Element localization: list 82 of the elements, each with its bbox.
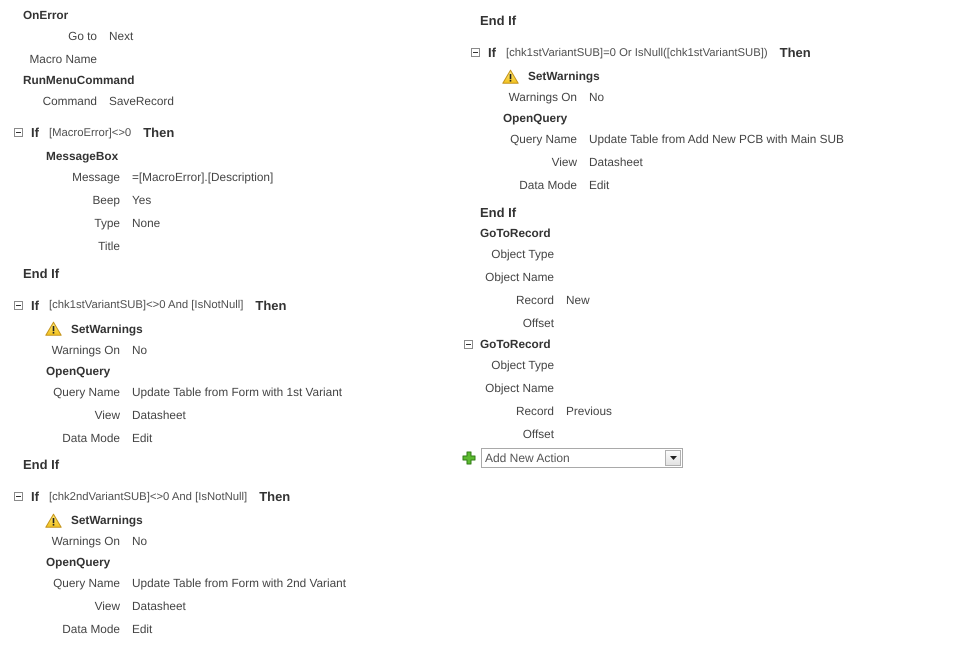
action-name: OnError — [23, 8, 68, 22]
argument-label: Warnings On — [52, 534, 120, 548]
argument-value: Yes — [132, 193, 152, 207]
argument-label: Message — [72, 170, 120, 184]
argument-value: No — [132, 342, 148, 356]
argument-label: Data Mode — [62, 430, 120, 444]
plus-icon[interactable] — [462, 451, 476, 465]
end-if-keyword: End If — [480, 13, 516, 28]
collapse-icon[interactable] — [14, 492, 23, 501]
action-name: SetWarnings — [71, 322, 143, 336]
argument-value: Update Table from Add New PCB with Main SUB — [589, 132, 844, 146]
argument-label: Offset — [522, 427, 554, 441]
argument-label: Warnings On — [52, 342, 120, 356]
action-name: OpenQuery — [46, 364, 110, 378]
argument-value: =[MacroError].[Description] — [132, 170, 274, 184]
argument-value: Datasheet — [132, 408, 186, 422]
argument-label: Object Name — [485, 381, 554, 395]
action-name: SetWarnings — [528, 69, 600, 83]
argument-value: Previous — [566, 404, 612, 418]
argument-label: Record — [516, 404, 554, 418]
if-keyword: If — [31, 489, 39, 504]
argument-label: Offset — [522, 316, 554, 330]
add-action-combo[interactable]: Add New Action — [481, 448, 683, 468]
then-keyword: Then — [143, 125, 174, 140]
action-name: GoToRecord — [480, 337, 551, 351]
action-name: RunMenuCommand — [23, 72, 134, 86]
argument-label: Go to — [68, 28, 97, 42]
argument-label: Macro Name — [29, 52, 97, 66]
then-keyword: Then — [780, 45, 811, 60]
argument-value: Update Table from Form with 1st Variant — [132, 384, 342, 398]
then-keyword: Then — [255, 298, 286, 312]
argument-label: Type — [94, 216, 120, 230]
action-name: SetWarnings — [71, 513, 143, 527]
argument-value: Datasheet — [589, 155, 643, 169]
argument-value: New — [566, 293, 590, 307]
condition-text: [MacroError]<>0 — [48, 126, 132, 138]
argument-label: Beep — [92, 193, 120, 207]
action-name: OpenQuery — [503, 111, 568, 125]
argument-value: No — [132, 534, 148, 548]
then-keyword: Then — [259, 489, 290, 504]
argument-label: Query Name — [53, 384, 120, 398]
condition-text: [chk1stVariantSUB]=0 Or IsNull([chk1stVariantSUB]) — [506, 46, 768, 58]
argument-label: Data Mode — [62, 622, 120, 636]
argument-label: Object Type — [491, 247, 554, 261]
argument-label: Object Type — [491, 358, 554, 372]
if-keyword: If — [488, 45, 496, 60]
argument-value: Datasheet — [132, 599, 186, 613]
argument-label: Title — [98, 239, 120, 253]
argument-label: View — [552, 155, 577, 169]
argument-value: Edit — [132, 622, 152, 636]
if-keyword: If — [31, 125, 39, 140]
argument-value: SaveRecord — [109, 94, 174, 108]
end-if-keyword: End If — [23, 457, 60, 472]
argument-value: Update Table from Form with 2nd Variant — [132, 576, 346, 590]
argument-value: Edit — [589, 178, 610, 192]
action-name: GoToRecord — [480, 226, 551, 240]
argument-label: Data Mode — [519, 178, 577, 192]
argument-label: View — [94, 599, 120, 613]
collapse-icon[interactable] — [14, 128, 23, 137]
condition-text: [chk1stVariantSUB]<>0 And [IsNotNull] — [48, 299, 244, 311]
argument-value: Next — [109, 28, 134, 42]
argument-label: Command — [42, 94, 97, 108]
argument-label: Record — [516, 293, 554, 307]
if-keyword: If — [31, 298, 39, 312]
argument-value: None — [132, 216, 160, 230]
caret-icon — [670, 456, 676, 460]
argument-label: Object Name — [485, 270, 554, 284]
argument-label: Query Name — [510, 132, 577, 146]
collapse-icon[interactable] — [471, 48, 480, 57]
collapse-icon[interactable] — [464, 340, 473, 348]
dropdown-button[interactable] — [665, 450, 681, 466]
action-name: OpenQuery — [46, 555, 110, 569]
condition-text: [chk2ndVariantSUB]<>0 And [IsNotNull] — [48, 490, 248, 502]
collapse-icon[interactable] — [14, 300, 23, 310]
action-name: MessageBox — [46, 149, 118, 163]
argument-value: Edit — [132, 430, 152, 444]
argument-label: Warnings On — [508, 90, 577, 104]
end-if-keyword: End If — [480, 204, 516, 220]
argument-label: View — [94, 408, 120, 422]
argument-value: No — [589, 90, 604, 104]
argument-label: Query Name — [53, 576, 120, 590]
end-if-keyword: End If — [23, 266, 60, 280]
